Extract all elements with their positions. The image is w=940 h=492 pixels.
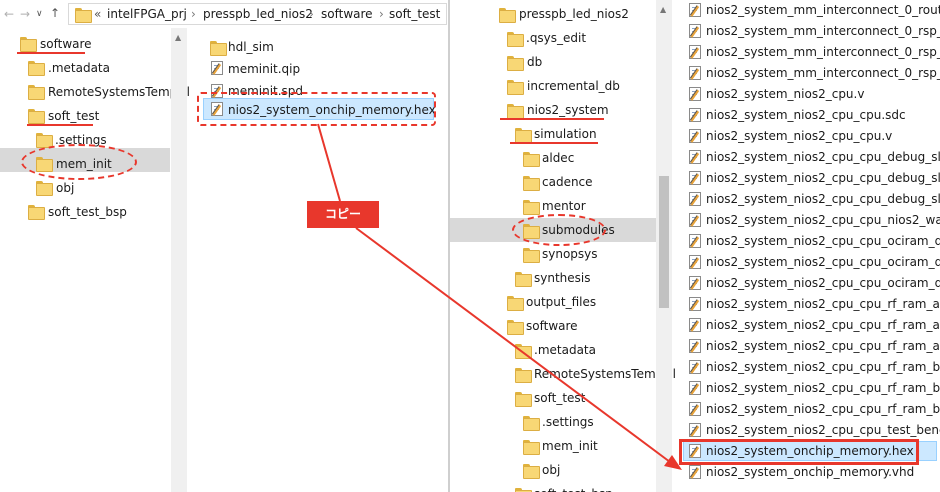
annotation-arrowhead xyxy=(664,455,682,470)
annotation-overlay xyxy=(317,123,682,470)
annotation-arrow-line xyxy=(317,123,341,202)
annotation-arrow-line xyxy=(355,227,671,463)
copy-label-badge: コピー xyxy=(307,201,379,228)
